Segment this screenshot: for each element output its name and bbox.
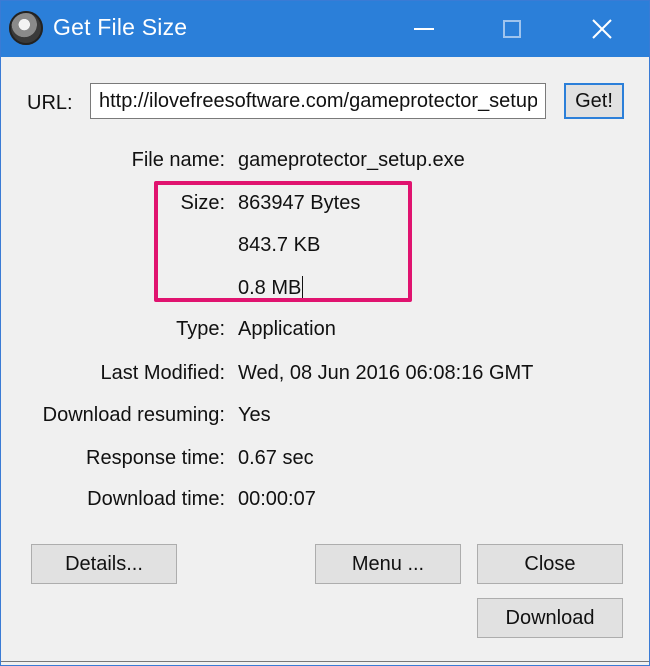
close-window-button[interactable]	[579, 1, 625, 57]
get-button[interactable]: Get!	[564, 83, 624, 119]
download-time-value: 00:00:07	[238, 488, 316, 510]
minimize-icon	[414, 28, 434, 30]
menu-button[interactable]: Menu ...	[315, 544, 461, 584]
maximize-icon	[503, 20, 521, 38]
minimize-button[interactable]	[401, 1, 447, 57]
app-icon	[9, 11, 43, 45]
window-bottom-border	[1, 661, 649, 662]
type-value: Application	[238, 318, 336, 340]
download-time-label: Download time:	[87, 488, 225, 510]
url-label: URL:	[27, 92, 73, 114]
close-button[interactable]: Close	[477, 544, 623, 584]
maximize-button[interactable]	[489, 1, 535, 57]
close-icon	[592, 19, 612, 39]
file-name-label: File name:	[131, 149, 225, 171]
last-modified-value: Wed, 08 Jun 2016 06:08:16 GMT	[238, 362, 534, 384]
type-label: Type:	[176, 318, 225, 340]
url-input[interactable]	[90, 83, 546, 119]
response-time-value: 0.67 sec	[238, 447, 314, 469]
window-title: Get File Size	[53, 14, 188, 40]
download-resuming-label: Download resuming:	[42, 404, 225, 426]
response-time-label: Response time:	[86, 447, 225, 469]
details-button[interactable]: Details...	[31, 544, 177, 584]
file-name-value: gameprotector_setup.exe	[238, 149, 465, 171]
download-resuming-value: Yes	[238, 404, 271, 426]
get-file-size-window: Get File Size URL: Get! File name: gamep…	[0, 0, 650, 666]
download-button[interactable]: Download	[477, 598, 623, 638]
size-highlight-box	[154, 181, 412, 302]
title-bar[interactable]: Get File Size	[1, 1, 649, 57]
last-modified-label: Last Modified:	[100, 362, 225, 384]
